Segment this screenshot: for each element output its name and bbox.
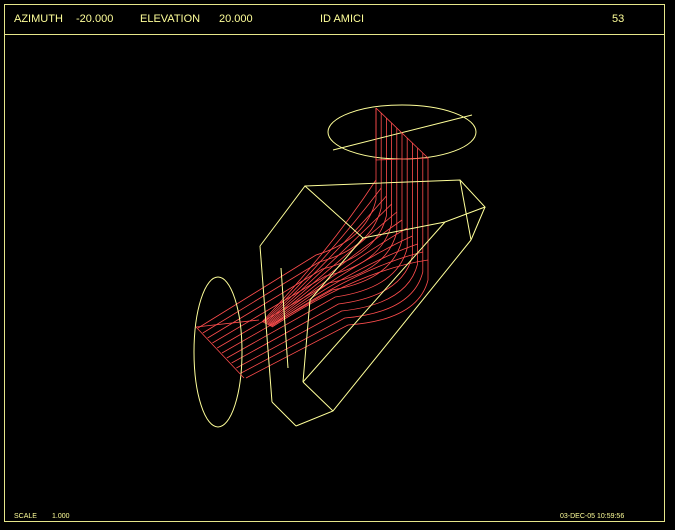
scale-label: SCALE [14, 513, 37, 520]
ray-path [241, 153, 424, 374]
ray-path [202, 113, 382, 334]
ray-path [266, 219, 403, 325]
ray-bundle [197, 108, 429, 379]
ray-path [216, 128, 398, 349]
optical-layout-drawing [193, 104, 486, 428]
ray-path [265, 211, 398, 325]
ray-path [236, 148, 418, 369]
ray-path [212, 123, 392, 344]
ray-path [270, 251, 423, 327]
ray-path [226, 138, 408, 359]
scale-value: 1.000 [52, 513, 70, 520]
left-aperture [193, 276, 243, 428]
ray-path [221, 133, 403, 354]
timestamp: 03-DEC-05 10:59:56 [560, 513, 625, 520]
